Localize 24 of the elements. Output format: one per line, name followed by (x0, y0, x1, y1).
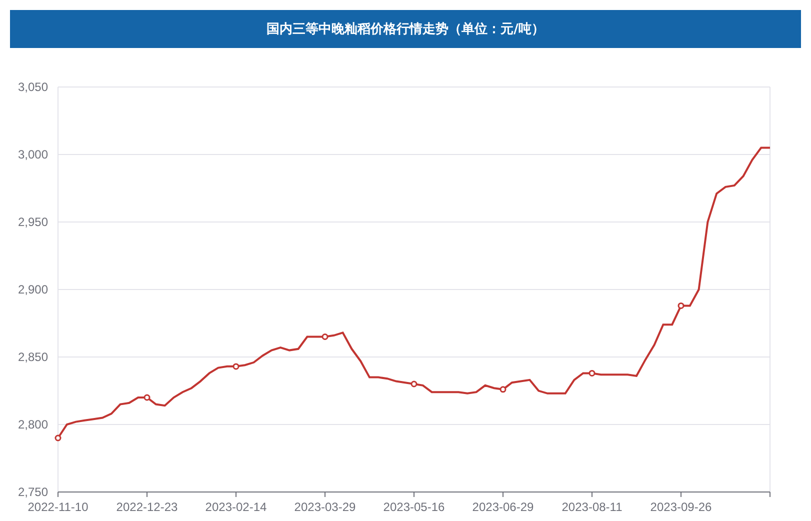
y-axis-label: 2,950 (18, 215, 48, 229)
x-axis-label: 2023-02-14 (205, 500, 267, 514)
point (232, 363, 240, 370)
y-axis-label: 2,800 (18, 418, 48, 432)
point (588, 370, 596, 376)
y-axis-label: 3,050 (18, 80, 48, 94)
x-axis-label: 2023-03-29 (294, 500, 356, 514)
point (500, 386, 506, 393)
x-axis-label: 2023-06-29 (472, 500, 534, 514)
y-axis-label: 3,000 (18, 148, 48, 162)
x-axis-label: 2023-05-16 (383, 500, 445, 514)
x-axis-label: 2022-12-23 (116, 500, 178, 514)
point (410, 380, 418, 388)
point (144, 394, 150, 401)
chart-title: 国内三等中晚籼稻价格行情走势（单位：元/吨） (266, 21, 544, 38)
x-axis-label: 2023-08-11 (562, 500, 622, 514)
point (322, 334, 328, 340)
y-axis-label: 2,850 (18, 350, 48, 364)
x-axis-label: 2022-11-10 (28, 500, 88, 514)
y-axis-label: 2,750 (18, 485, 48, 499)
point (54, 434, 62, 442)
y-axis-label: 2,900 (18, 282, 48, 296)
x-axis-label: 2023-09-26 (650, 500, 712, 514)
point (678, 302, 684, 309)
